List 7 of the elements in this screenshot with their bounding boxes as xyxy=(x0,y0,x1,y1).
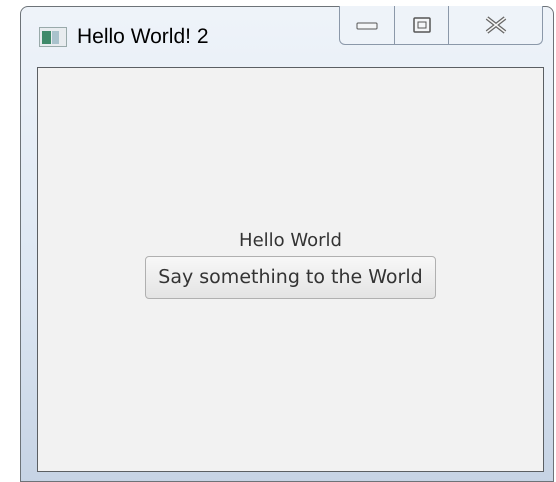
window-title: Hello World! 2 xyxy=(77,24,208,50)
minimize-icon xyxy=(356,20,378,30)
maximize-icon xyxy=(412,17,430,33)
app-icon xyxy=(39,27,67,47)
say-button[interactable]: Say something to the World xyxy=(145,256,436,299)
close-icon xyxy=(484,16,508,34)
hello-label: Hello World xyxy=(239,230,342,252)
